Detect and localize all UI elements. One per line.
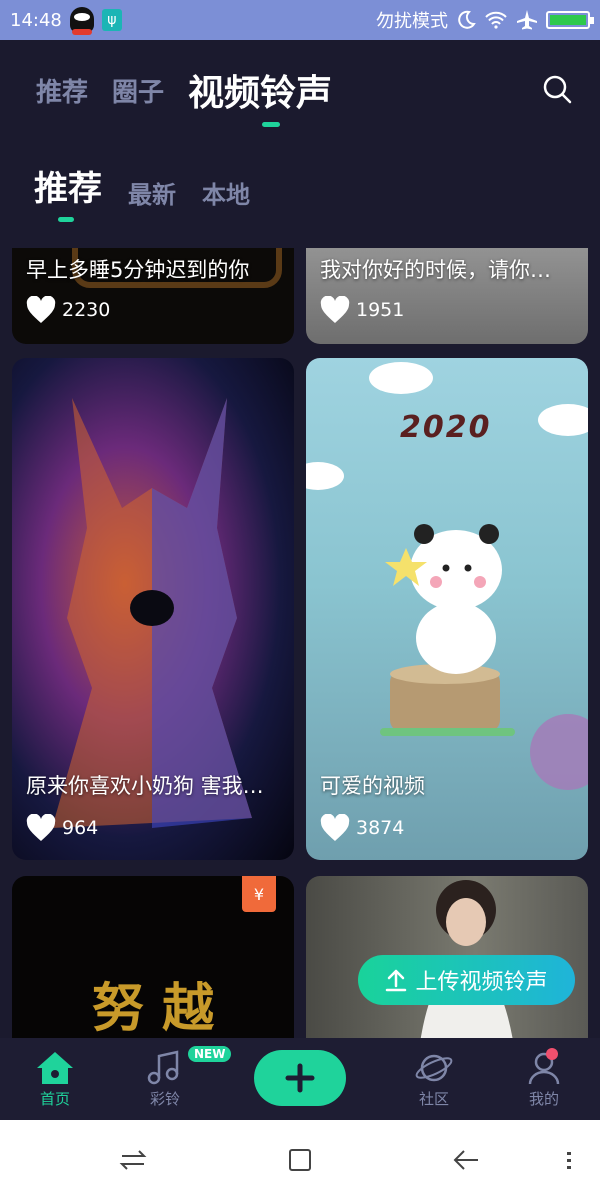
upload-video-ringtone-button[interactable]: 上传视频铃声 [358,955,575,1005]
nav-ringtone-label: 彩铃 [149,1090,180,1108]
upload-icon [386,969,407,992]
upload-label: 上传视频铃声 [415,970,548,995]
new-badge: NEW [188,1046,232,1062]
tab-video-ringtone[interactable]: 视频铃声 [188,64,332,116]
plus-icon [285,1063,315,1093]
card-title: 原来你喜欢小奶狗 害我… [26,774,264,798]
status-time: 14:48 [10,9,62,31]
usb-icon: ψ [101,9,122,31]
nav-community[interactable]: 社区 [394,1046,474,1116]
back-arrow-icon[interactable] [452,1146,480,1174]
card-likes: 3874 [320,814,404,842]
system-nav-bar [0,1120,600,1200]
subtab-local[interactable]: 本地 [202,175,250,210]
bottom-nav: 首页 彩铃 NEW 社区 我的 [0,1038,600,1120]
heart-icon [320,814,350,841]
nav-profile[interactable]: 我的 [504,1046,584,1116]
heart-icon [320,296,350,323]
heart-icon [26,296,56,323]
top-tabs: 推荐 圈子 视频铃声 [0,40,600,140]
music-note-icon [147,1050,179,1085]
create-button[interactable] [254,1050,346,1106]
year-overlay: 2020 [400,410,492,445]
search-icon[interactable] [542,74,572,104]
card-title: 我对你好的时候，请你… [320,258,551,282]
likes-count: 3874 [356,817,405,839]
video-card[interactable]: 早上多睡5分钟迟到的你 2230 [12,248,294,344]
qq-icon [69,7,94,35]
nav-home-label: 首页 [39,1090,70,1108]
card-likes: 964 [26,814,98,842]
heart-icon [26,814,56,841]
sub-tab-indicator [58,217,74,222]
video-feed[interactable]: 早上多睡5分钟迟到的你 2230 我对你好的时候，请你… 1951 原来你喜欢小… [0,248,600,1038]
planet-icon [415,1054,453,1082]
video-card[interactable]: 努 越 ¥ [12,876,294,1038]
home-square-icon[interactable] [286,1146,314,1174]
status-bar: 14:48 ψ 勿扰模式 [0,0,600,40]
battery-fill [550,15,586,25]
moon-icon [458,10,476,29]
tab-circle[interactable]: 圈子 [112,72,164,109]
nav-community-label: 社区 [418,1090,449,1108]
subtab-latest[interactable]: 最新 [128,175,176,210]
card-title: 早上多睡5分钟迟到的你 [26,258,250,282]
profile-icon [528,1052,560,1085]
video-card[interactable]: 原来你喜欢小奶狗 害我… 964 [12,358,294,860]
airplane-icon [517,10,537,30]
card-likes: 1951 [320,296,404,324]
likes-count: 964 [62,817,99,839]
card-likes: 2230 [26,296,110,324]
card-title: 可爱的视频 [320,774,425,798]
likes-count: 1951 [356,299,405,321]
wifi-icon [485,11,507,29]
calligraphy-overlay: 努 越 [92,979,215,1038]
subtab-recommend[interactable]: 推荐 [34,161,102,210]
dnd-label: 勿扰模式 [376,11,448,32]
more-menu-icon[interactable] [555,1146,583,1174]
tab-recommend[interactable]: 推荐 [36,72,88,109]
battery-icon [546,11,594,29]
nav-home[interactable]: 首页 [15,1046,95,1116]
sub-tabs: 推荐 最新 本地 [34,150,276,210]
home-icon [37,1052,73,1084]
top-tab-indicator [262,122,280,127]
notification-dot [546,1048,558,1060]
video-card[interactable]: 我对你好的时候，请你… 1951 [306,248,588,344]
price-tag: ¥ [242,876,276,912]
nav-profile-label: 我的 [528,1090,559,1108]
video-card[interactable]: 2020 可爱的视频 3874 [306,358,588,860]
switch-apps-icon[interactable] [119,1146,147,1174]
likes-count: 2230 [62,299,111,321]
